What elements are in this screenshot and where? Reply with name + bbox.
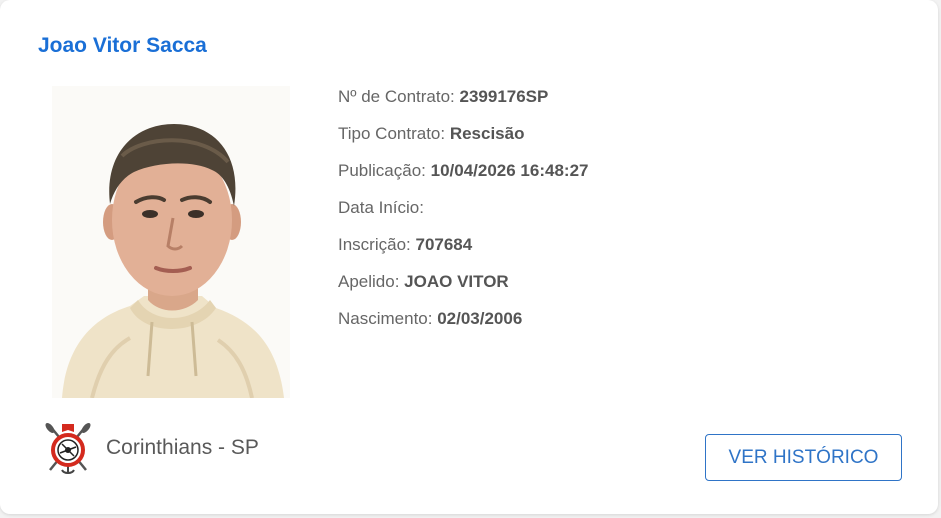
detail-label: Apelido: <box>338 272 405 291</box>
detail-value: 707684 <box>415 235 473 254</box>
nickname-row: Apelido: JOAO VITOR <box>338 269 588 306</box>
player-card: Joao Vitor Sacca Nº de Contrato: 2399176… <box>0 0 938 514</box>
birth-date-row: Nascimento: 02/03/2006 <box>338 306 588 343</box>
contract-type-row: Tipo Contrato: Rescisão <box>338 121 588 158</box>
view-history-button[interactable]: VER HISTÓRICO <box>705 434 902 481</box>
detail-value: 02/03/2006 <box>437 309 523 328</box>
detail-value: Rescisão <box>449 124 525 143</box>
registration-row: Inscrição: 707684 <box>338 232 588 269</box>
detail-label: Data Início: <box>338 198 424 217</box>
detail-label: Tipo Contrato: <box>338 124 450 143</box>
club-name: Corinthians - SP <box>106 436 259 459</box>
detail-label: Inscrição: <box>338 235 416 254</box>
detail-label: Nascimento: <box>338 309 438 328</box>
club: Corinthians - SP <box>40 420 259 476</box>
corinthians-crest-icon <box>45 423 91 474</box>
detail-value: 2399176SP <box>459 87 549 106</box>
detail-label: Publicação: <box>338 161 431 180</box>
contract-details: Nº de Contrato: 2399176SP Tipo Contrato:… <box>338 84 588 343</box>
publication-row: Publicação: 10/04/2026 16:48:27 <box>338 158 588 195</box>
detail-value: 10/04/2026 16:48:27 <box>430 161 589 180</box>
player-name-link[interactable]: Joao Vitor Sacca <box>38 34 207 58</box>
start-date-row: Data Início: <box>338 195 588 232</box>
detail-label: Nº de Contrato: <box>338 87 460 106</box>
detail-value: JOAO VITOR <box>404 272 509 291</box>
contract-number-row: Nº de Contrato: 2399176SP <box>338 84 588 121</box>
player-photo <box>52 86 290 398</box>
